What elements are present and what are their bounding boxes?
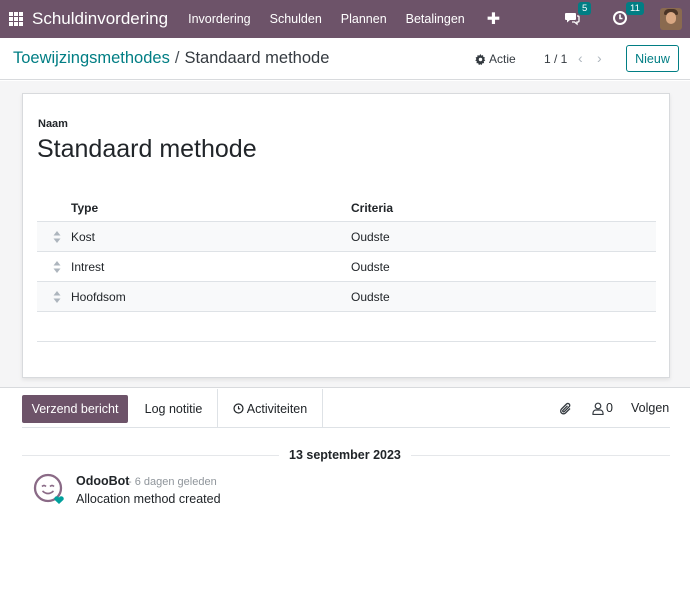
form-sheet: Naam Standaard methode Type Criteria Kos… [22,93,670,378]
gear-icon [475,53,486,65]
drag-handle-icon[interactable] [53,261,61,273]
app-menu-icon[interactable] [9,12,23,26]
table-row[interactable]: Intrest Oudste [37,252,656,282]
messages-badge: 5 [578,2,592,15]
drag-handle-icon[interactable] [53,291,61,303]
new-button[interactable]: Nieuw [626,45,679,72]
cell-type: Intrest [71,260,105,274]
menu-item-plannen[interactable]: Plannen [341,12,387,26]
column-header-criteria[interactable]: Criteria [351,201,393,215]
user-icon [592,402,604,415]
action-menu-button[interactable]: Actie [475,52,516,66]
chevron-left-icon[interactable]: ‹ [578,50,583,66]
breadcrumb: Toewijzingsmethodes / Standaard methode [13,49,329,68]
table-row[interactable]: Kost Oudste [37,222,656,252]
systray: 5 11 [564,0,690,38]
date-label: 13 september 2023 [279,448,411,462]
allocation-lines-table: Type Criteria Kost Oudste Intrest Oudste… [37,194,656,342]
activities-label: Activiteiten [246,401,308,416]
odoobot-avatar-icon [33,473,64,504]
followers-count: 0 [606,401,613,415]
cell-criteria: Oudste [351,230,390,244]
name-label: Naam [38,118,68,130]
activities-button[interactable]: 11 [612,2,644,28]
chatter-topbar: Verzend bericht Log notitie Activiteiten… [22,389,670,428]
menu-item-schulden[interactable]: Schulden [270,12,322,26]
control-panel: Toewijzingsmethodes / Standaard methode … [0,38,690,80]
plus-icon[interactable]: ✚ [487,9,500,29]
log-note-button[interactable]: Log notitie [131,395,216,423]
table-row[interactable]: Hoofdsom Oudste [37,282,656,312]
cell-criteria: Oudste [351,290,390,304]
main-menu: Invordering Schulden Plannen Betalingen [188,12,484,26]
activities-button[interactable]: Activiteiten [217,389,323,428]
messages-button[interactable]: 5 [564,2,592,28]
breadcrumb-separator: / [174,49,180,67]
follow-button[interactable]: Volgen [631,401,669,415]
name-field[interactable]: Standaard methode [37,135,257,164]
message-author[interactable]: OdooBot [76,474,129,488]
activities-badge: 11 [626,2,644,15]
table-empty-row [37,312,656,342]
app-name[interactable]: Schuldinvordering [32,9,168,29]
column-header-type[interactable]: Type [71,201,98,215]
breadcrumb-current: Standaard methode [184,49,330,67]
cell-type: Hoofdsom [71,290,126,304]
breadcrumb-parent-link[interactable]: Toewijzingsmethodes [13,49,170,68]
table-header: Type Criteria [37,194,656,222]
date-separator: 13 september 2023 [22,448,670,464]
menu-item-betalingen[interactable]: Betalingen [406,12,465,26]
chevron-right-icon[interactable]: › [597,50,602,66]
user-avatar[interactable] [660,8,682,30]
send-message-button[interactable]: Verzend bericht [22,395,128,423]
cell-criteria: Oudste [351,260,390,274]
clock-icon [233,403,244,414]
menu-item-invordering[interactable]: Invordering [188,12,251,26]
followers-button[interactable]: 0 [592,401,613,415]
top-navbar: Schuldinvordering Invordering Schulden P… [0,0,690,38]
action-label: Actie [489,52,516,66]
paperclip-icon[interactable] [559,401,573,416]
message-body: Allocation method created [76,492,221,506]
message-timestamp: - 6 dagen geleden [128,476,217,488]
pager-value[interactable]: 1 / 1 [544,52,567,66]
drag-handle-icon[interactable] [53,231,61,243]
cell-type: Kost [71,230,96,244]
